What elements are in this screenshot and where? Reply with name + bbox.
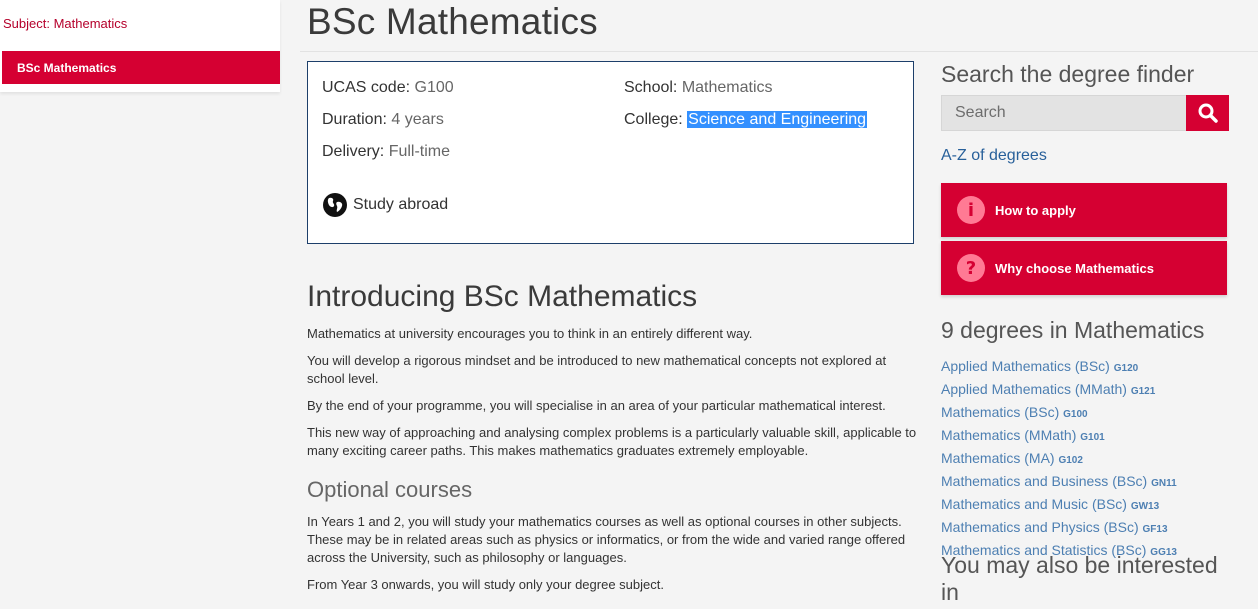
search-icon (1198, 103, 1218, 123)
why-choose-mathematics-button[interactable]: ? Why choose Mathematics (941, 241, 1227, 295)
degree-code: GW13 (1130, 501, 1160, 512)
study-abroad-label: Study abroad (353, 196, 449, 213)
intro-heading: Introducing BSc Mathematics (307, 280, 698, 313)
degree-name: Applied Mathematics (MMath) (941, 381, 1127, 397)
intro-paragraph: You will develop a rigorous mindset and … (307, 353, 887, 386)
degree-link[interactable]: Mathematics and Music (BSc) GW13 (941, 494, 1177, 517)
question-icon: ? (957, 254, 985, 282)
degree-name: Mathematics and Business (BSc) (941, 473, 1148, 489)
degree-code: GF13 (1142, 524, 1168, 535)
optional-courses-heading: Optional courses (307, 477, 473, 502)
intro-paragraph: By the end of your programme, you will s… (307, 398, 886, 413)
degree-name: Mathematics and Physics (BSc) (941, 519, 1139, 535)
degree-name: Mathematics (MA) (941, 450, 1055, 466)
college-row: College: Science and Engineering (624, 111, 868, 129)
school-value: Mathematics (681, 79, 773, 96)
ucas-code-row: UCAS code: G100 (322, 79, 454, 97)
also-interested-heading: You may also be interested in (941, 552, 1218, 605)
globe-icon (323, 193, 347, 217)
ucas-code-label: UCAS code: (322, 79, 411, 96)
search-button[interactable] (1186, 95, 1229, 131)
intro-paragraph: Mathematics at university encourages you… (307, 326, 753, 341)
why-choose-label: Why choose Mathematics (995, 260, 1154, 276)
degree-finder-heading: Search the degree finder (941, 61, 1195, 87)
degree-link[interactable]: Mathematics and Physics (BSc) GF13 (941, 517, 1177, 540)
degree-code: G100 (1063, 409, 1088, 420)
degree-code: G120 (1113, 363, 1139, 374)
delivery-row: Delivery: Full-time (322, 143, 450, 161)
delivery-label: Delivery: (322, 143, 385, 160)
school-row: School: Mathematics (624, 79, 773, 97)
how-to-apply-label: How to apply (995, 202, 1076, 218)
degree-name: Applied Mathematics (BSc) (941, 358, 1110, 374)
how-to-apply-button[interactable]: i How to apply (941, 183, 1227, 237)
sidebar-item-bsc-mathematics[interactable]: BSc Mathematics (2, 51, 280, 84)
college-label: College: (624, 111, 683, 128)
degrees-heading: 9 degrees in Mathematics (941, 317, 1205, 343)
optional-paragraph: From Year 3 onwards, you will study only… (307, 577, 664, 592)
school-label: School: (624, 79, 678, 96)
degree-link[interactable]: Applied Mathematics (MMath) G121 (941, 379, 1177, 402)
degree-link[interactable]: Mathematics and Business (BSc) GN11 (941, 471, 1177, 494)
title-divider (300, 51, 1258, 52)
degree-name: Mathematics and Music (BSc) (941, 496, 1127, 512)
degree-name: Mathematics (BSc) (941, 404, 1060, 420)
duration-label: Duration: (322, 111, 387, 128)
college-link[interactable]: Science and Engineering (687, 111, 868, 128)
page-title: BSc Mathematics (307, 1, 598, 42)
ucas-code-value: G100 (414, 79, 454, 96)
duration-row: Duration: 4 years (322, 111, 444, 129)
degree-info-box: UCAS code: G100 Duration: 4 years Delive… (307, 61, 914, 244)
sidebar-subject-link[interactable]: Subject: Mathematics (3, 16, 127, 31)
a-z-degrees-link[interactable]: A-Z of degrees (941, 147, 1047, 165)
degree-search-input[interactable] (941, 95, 1186, 131)
degree-code: G101 (1080, 432, 1105, 443)
study-abroad-link[interactable]: Study abroad (322, 192, 448, 218)
degree-link[interactable]: Mathematics (MMath) G101 (941, 425, 1177, 448)
degree-code: G102 (1058, 455, 1083, 466)
optional-paragraph: In Years 1 and 2, you will study your ma… (307, 514, 906, 565)
delivery-value: Full-time (388, 143, 451, 160)
degree-code: GN11 (1151, 478, 1177, 489)
info-icon: i (957, 196, 985, 224)
degree-link[interactable]: Mathematics (MA) G102 (941, 448, 1177, 471)
degree-name: Mathematics (MMath) (941, 427, 1077, 443)
duration-value: 4 years (391, 111, 444, 128)
degree-link[interactable]: Mathematics (BSc) G100 (941, 402, 1177, 425)
intro-paragraph: This new way of approaching and analysin… (307, 425, 917, 458)
degree-link[interactable]: Applied Mathematics (BSc) G120 (941, 356, 1177, 379)
degree-list: Applied Mathematics (BSc) G120 Applied M… (941, 356, 1177, 563)
degree-code: G121 (1130, 386, 1156, 397)
sidebar: Subject: Mathematics BSc Mathematics (0, 0, 280, 92)
